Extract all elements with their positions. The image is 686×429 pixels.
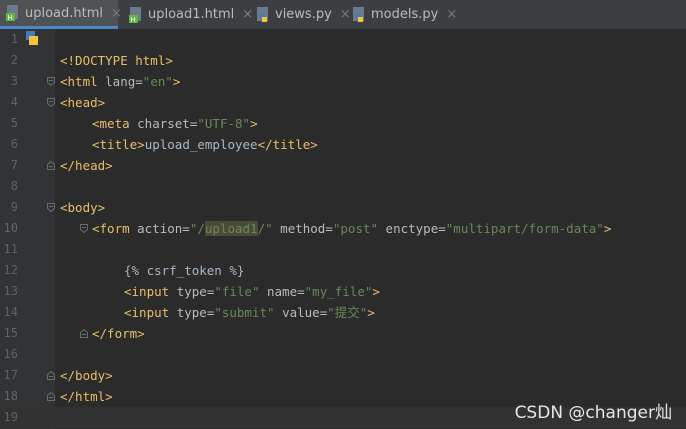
line-number: 8 — [10, 179, 18, 193]
code-line[interactable]: 6 <title>upload_employee</title> — [0, 134, 686, 155]
line-number: 9 — [10, 200, 18, 214]
highlighted-text: upload1 — [204, 221, 258, 236]
code-line[interactable]: 16 — [0, 344, 686, 365]
code-line[interactable]: 3 <html lang="en"> — [0, 71, 686, 92]
tab-label: upload1.html — [148, 7, 235, 22]
code-text: <meta charset="UTF-8"> — [92, 116, 258, 131]
fold-icon[interactable] — [47, 77, 55, 86]
code-line[interactable]: 10 <form action="/upload1/" method="post… — [0, 218, 686, 239]
fold-icon[interactable] — [47, 161, 55, 170]
template-tag: {% csrf_token %} — [124, 263, 245, 278]
fold-icon[interactable] — [80, 224, 88, 233]
fold-icon[interactable] — [47, 203, 55, 212]
line-number: 6 — [10, 137, 18, 151]
code-text: <title>upload_employee</title> — [92, 137, 318, 152]
code-line[interactable]: 13 <input type="file" name="my_file"> — [0, 281, 686, 302]
line-number: 18 — [3, 389, 18, 403]
line-number: 3 — [10, 74, 18, 88]
svg-text:H: H — [131, 16, 136, 23]
line-number: 15 — [3, 326, 18, 340]
code-text: </form> — [92, 326, 145, 341]
code-line[interactable]: 8 — [0, 176, 686, 197]
fold-icon[interactable] — [47, 371, 55, 380]
code-line[interactable]: 9 <body> — [0, 197, 686, 218]
code-line[interactable]: 11 — [0, 239, 686, 260]
code-line[interactable]: 17 </body> — [0, 365, 686, 386]
line-number: 11 — [3, 242, 18, 256]
line-number: 16 — [3, 347, 18, 361]
line-number: 12 — [3, 263, 18, 277]
line-number: 19 — [3, 410, 18, 424]
code-text: <body> — [60, 200, 106, 215]
tab-label: models.py — [371, 7, 439, 22]
code-text: <input type="file" name="my_file"> — [124, 284, 380, 299]
editor-tab-bar: H upload.html × H upload1.html × views.p… — [0, 0, 686, 30]
code-text: </html> — [60, 389, 113, 404]
line-number: 7 — [10, 158, 18, 172]
tab-label: views.py — [275, 7, 332, 22]
doctype-declaration: <!DOCTYPE html> — [60, 53, 173, 68]
line-number: 17 — [3, 368, 18, 382]
code-text: <input type="submit" value="提交"> — [124, 305, 375, 320]
fold-icon[interactable] — [80, 329, 88, 338]
code-line[interactable]: 15 </form> — [0, 323, 686, 344]
code-text: <html lang="en"> — [60, 74, 181, 89]
code-text: </body> — [60, 368, 113, 383]
watermark: CSDN @changer灿 — [514, 403, 672, 423]
line-number: 5 — [10, 116, 18, 130]
code-line[interactable]: 5 <meta charset="UTF-8"> — [0, 113, 686, 134]
fold-icon[interactable] — [47, 392, 55, 401]
code-text: </head> — [60, 158, 113, 173]
close-icon[interactable]: × — [446, 7, 457, 22]
line-number: 13 — [3, 284, 18, 298]
fold-icon[interactable] — [47, 98, 55, 107]
line-number: 4 — [10, 95, 18, 109]
code-text: <head> — [60, 95, 106, 110]
python-file-icon — [352, 6, 366, 23]
svg-text:H: H — [8, 14, 13, 21]
html-file-icon: H — [129, 6, 143, 23]
line-number: 14 — [3, 305, 18, 319]
code-text: <form action="/upload1/" method="post" e… — [92, 221, 612, 236]
code-line[interactable]: 12 {% csrf_token %} — [0, 260, 686, 281]
close-icon[interactable]: × — [111, 6, 122, 21]
tab-upload-html[interactable]: H upload.html × — [0, 0, 122, 29]
line-number: 2 — [10, 53, 18, 67]
code-line[interactable]: 1 — [0, 29, 686, 50]
code-line[interactable]: 14 <input type="submit" value="提交"> — [0, 302, 686, 323]
code-line[interactable]: 4 <head> — [0, 92, 686, 113]
code-line[interactable]: 7 </head> — [0, 155, 686, 176]
python-file-icon — [256, 6, 270, 23]
html-file-icon: H — [6, 5, 20, 21]
tab-models-py[interactable]: models.py × — [346, 0, 457, 29]
line-number: 1 — [10, 32, 18, 46]
tab-label: upload.html — [25, 5, 104, 21]
line-number: 10 — [3, 221, 18, 235]
code-editor[interactable]: 1 2 <!DOCTYPE html> 3 <html lang="en"> 4… — [0, 29, 686, 429]
tab-upload1-html[interactable]: H upload1.html × — [123, 0, 253, 29]
tab-views-py[interactable]: views.py × — [250, 0, 351, 29]
code-line[interactable]: 2 <!DOCTYPE html> — [0, 50, 686, 71]
